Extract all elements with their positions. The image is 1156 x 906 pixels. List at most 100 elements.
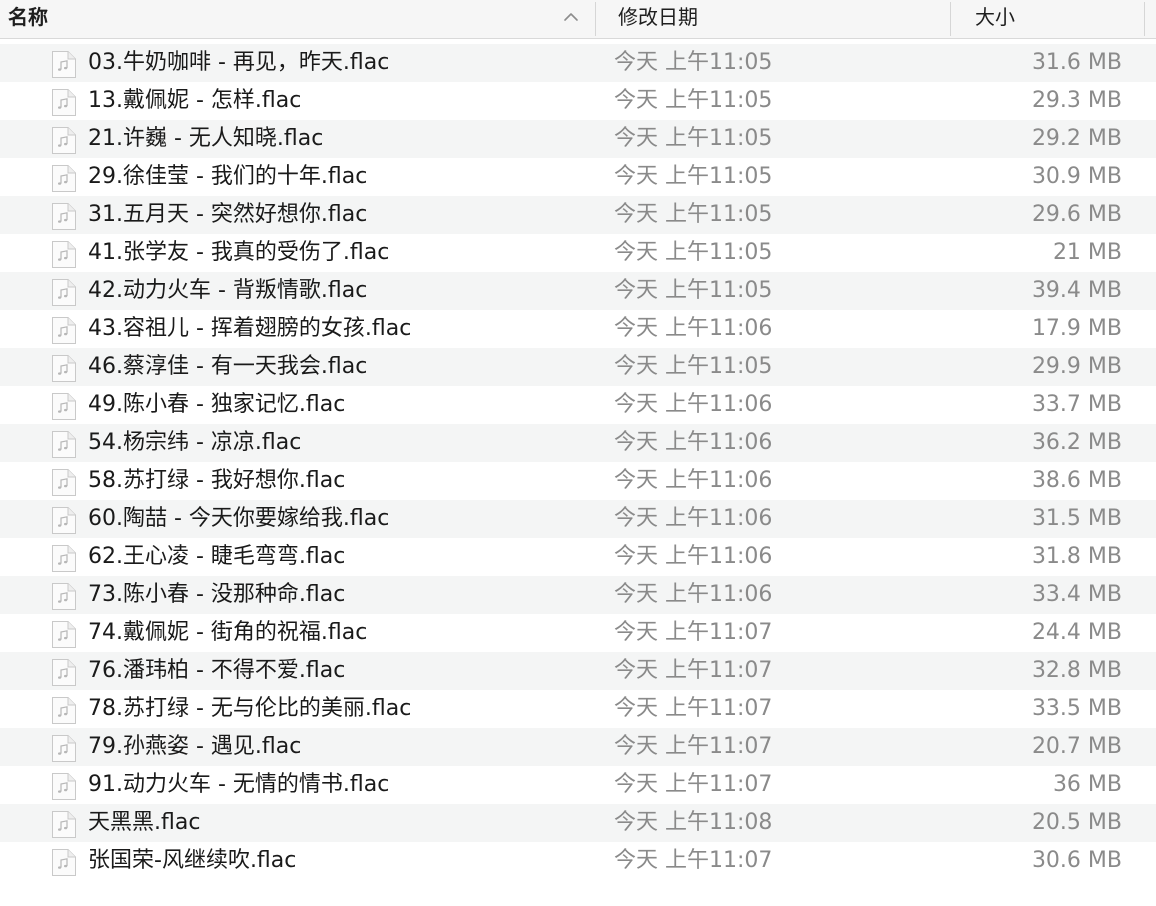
file-size: 20.5 MB <box>1031 810 1122 835</box>
column-header-size[interactable]: 大小 <box>951 0 1156 38</box>
file-name[interactable]: 46.蔡淳佳 - 有一天我会.flac <box>88 348 367 386</box>
file-name[interactable]: 49.陈小春 - 独家记忆.flac <box>88 386 345 424</box>
audio-file-icon <box>49 620 77 649</box>
file-row[interactable]: 58.苏打绿 - 我好想你.flac 今天 上午11:06 38.6 MB <box>0 462 1156 500</box>
file-row[interactable]: 46.蔡淳佳 - 有一天我会.flac 今天 上午11:05 29.9 MB <box>0 348 1156 386</box>
file-name[interactable]: 62.王心凌 - 睫毛弯弯.flac <box>88 538 345 576</box>
column-header-bar: 名称 修改日期 大小 <box>0 0 1156 39</box>
file-row[interactable]: 91.动力火车 - 无情的情书.flac 今天 上午11:07 36 MB <box>0 766 1156 804</box>
file-modified-date: 今天 上午11:07 <box>614 696 773 721</box>
file-size: 36.2 MB <box>1031 430 1122 455</box>
file-modified-date: 今天 上午11:07 <box>614 620 773 645</box>
file-name[interactable]: 43.容祖儿 - 挥着翅膀的女孩.flac <box>88 310 411 348</box>
column-header-date[interactable]: 修改日期 <box>596 0 951 38</box>
file-list: 03.牛奶咖啡 - 再见，昨天.flac 今天 上午11:05 31.6 MB 13.… <box>0 44 1156 880</box>
audio-file-icon <box>49 544 77 573</box>
audio-file-icon <box>49 164 77 193</box>
file-name[interactable]: 76.潘玮柏 - 不得不爱.flac <box>88 652 345 690</box>
file-size: 20.7 MB <box>1031 734 1122 759</box>
file-name[interactable]: 21.许巍 - 无人知晓.flac <box>88 120 323 158</box>
file-name[interactable]: 79.孙燕姿 - 遇见.flac <box>88 728 301 766</box>
file-row[interactable]: 73.陈小春 - 没那种命.flac 今天 上午11:06 33.4 MB <box>0 576 1156 614</box>
file-name[interactable]: 91.动力火车 - 无情的情书.flac <box>88 766 389 804</box>
file-row[interactable]: 43.容祖儿 - 挥着翅膀的女孩.flac 今天 上午11:06 17.9 MB <box>0 310 1156 348</box>
file-name[interactable]: 29.徐佳莹 - 我们的十年.flac <box>88 158 367 196</box>
file-row[interactable]: 49.陈小春 - 独家记忆.flac 今天 上午11:06 33.7 MB <box>0 386 1156 424</box>
file-row[interactable]: 42.动力火车 - 背叛情歌.flac 今天 上午11:05 39.4 MB <box>0 272 1156 310</box>
file-size: 30.9 MB <box>1031 164 1122 189</box>
audio-file-icon <box>49 240 77 269</box>
file-row[interactable]: 62.王心凌 - 睫毛弯弯.flac 今天 上午11:06 31.8 MB <box>0 538 1156 576</box>
file-modified-date: 今天 上午11:05 <box>614 50 773 75</box>
file-row[interactable]: 张国荣-风继续吹.flac 今天 上午11:07 30.6 MB <box>0 842 1156 880</box>
file-size: 21 MB <box>1052 240 1122 265</box>
file-name[interactable]: 张国荣-风继续吹.flac <box>88 842 296 880</box>
chevron-up-icon[interactable] <box>563 9 579 25</box>
file-name[interactable]: 31.五月天 - 突然好想你.flac <box>88 196 367 234</box>
file-name[interactable]: 54.杨宗纬 - 凉凉.flac <box>88 424 301 462</box>
file-name[interactable]: 73.陈小春 - 没那种命.flac <box>88 576 345 614</box>
file-name[interactable]: 13.戴佩妮 - 怎样.flac <box>88 82 301 120</box>
file-modified-date: 今天 上午11:05 <box>614 88 773 113</box>
file-size: 31.8 MB <box>1031 544 1122 569</box>
file-name[interactable]: 天黑黑.flac <box>88 804 200 842</box>
file-name[interactable]: 60.陶喆 - 今天你要嫁给我.flac <box>88 500 389 538</box>
file-row[interactable]: 78.苏打绿 - 无与伦比的美丽.flac 今天 上午11:07 33.5 MB <box>0 690 1156 728</box>
column-divider[interactable] <box>1144 2 1145 36</box>
file-modified-date: 今天 上午11:07 <box>614 848 773 873</box>
audio-file-icon <box>49 848 77 877</box>
file-modified-date: 今天 上午11:06 <box>614 316 773 341</box>
file-modified-date: 今天 上午11:06 <box>614 506 773 531</box>
audio-file-icon <box>49 696 77 725</box>
audio-file-icon <box>49 88 77 117</box>
file-name[interactable]: 42.动力火车 - 背叛情歌.flac <box>88 272 367 310</box>
file-modified-date: 今天 上午11:07 <box>614 658 773 683</box>
file-row[interactable]: 41.张学友 - 我真的受伤了.flac 今天 上午11:05 21 MB <box>0 234 1156 272</box>
column-header-size-label: 大小 <box>975 5 1015 29</box>
file-row[interactable]: 76.潘玮柏 - 不得不爱.flac 今天 上午11:07 32.8 MB <box>0 652 1156 690</box>
file-size: 29.9 MB <box>1031 354 1122 379</box>
file-modified-date: 今天 上午11:06 <box>614 544 773 569</box>
file-row[interactable]: 31.五月天 - 突然好想你.flac 今天 上午11:05 29.6 MB <box>0 196 1156 234</box>
audio-file-icon <box>49 316 77 345</box>
audio-file-icon <box>49 278 77 307</box>
file-row[interactable]: 13.戴佩妮 - 怎样.flac 今天 上午11:05 29.3 MB <box>0 82 1156 120</box>
file-modified-date: 今天 上午11:05 <box>614 126 773 151</box>
file-size: 30.6 MB <box>1031 848 1122 873</box>
file-name[interactable]: 03.牛奶咖啡 - 再见，昨天.flac <box>88 44 389 82</box>
file-row[interactable]: 03.牛奶咖啡 - 再见，昨天.flac 今天 上午11:05 31.6 MB <box>0 44 1156 82</box>
finder-list-view: 名称 修改日期 大小 03.牛奶咖啡 - 再见，昨天.flac 今天 上午11:0… <box>0 0 1156 906</box>
file-row[interactable]: 21.许巍 - 无人知晓.flac 今天 上午11:05 29.2 MB <box>0 120 1156 158</box>
file-row[interactable]: 74.戴佩妮 - 街角的祝福.flac 今天 上午11:07 24.4 MB <box>0 614 1156 652</box>
file-row[interactable]: 天黑黑.flac 今天 上午11:08 20.5 MB <box>0 804 1156 842</box>
file-row[interactable]: 79.孙燕姿 - 遇见.flac 今天 上午11:07 20.7 MB <box>0 728 1156 766</box>
audio-file-icon <box>49 468 77 497</box>
column-header-name[interactable]: 名称 <box>0 0 596 38</box>
file-modified-date: 今天 上午11:05 <box>614 354 773 379</box>
file-modified-date: 今天 上午11:08 <box>614 810 773 835</box>
file-name[interactable]: 41.张学友 - 我真的受伤了.flac <box>88 234 389 272</box>
file-name[interactable]: 78.苏打绿 - 无与伦比的美丽.flac <box>88 690 411 728</box>
file-modified-date: 今天 上午11:05 <box>614 240 773 265</box>
file-name[interactable]: 74.戴佩妮 - 街角的祝福.flac <box>88 614 367 652</box>
audio-file-icon <box>49 392 77 421</box>
column-header-name-label: 名称 <box>8 5 48 29</box>
file-row[interactable]: 60.陶喆 - 今天你要嫁给我.flac 今天 上午11:06 31.5 MB <box>0 500 1156 538</box>
file-row[interactable]: 54.杨宗纬 - 凉凉.flac 今天 上午11:06 36.2 MB <box>0 424 1156 462</box>
file-size: 33.7 MB <box>1031 392 1122 417</box>
file-size: 32.8 MB <box>1031 658 1122 683</box>
file-modified-date: 今天 上午11:05 <box>614 202 773 227</box>
audio-file-icon <box>49 658 77 687</box>
audio-file-icon <box>49 126 77 155</box>
file-modified-date: 今天 上午11:06 <box>614 430 773 455</box>
file-size: 31.6 MB <box>1031 50 1122 75</box>
file-modified-date: 今天 上午11:06 <box>614 468 773 493</box>
file-size: 33.4 MB <box>1031 582 1122 607</box>
file-row[interactable]: 29.徐佳莹 - 我们的十年.flac 今天 上午11:05 30.9 MB <box>0 158 1156 196</box>
audio-file-icon <box>49 810 77 839</box>
file-modified-date: 今天 上午11:07 <box>614 772 773 797</box>
audio-file-icon <box>49 202 77 231</box>
file-size: 29.2 MB <box>1031 126 1122 151</box>
file-name[interactable]: 58.苏打绿 - 我好想你.flac <box>88 462 345 500</box>
file-size: 17.9 MB <box>1031 316 1122 341</box>
